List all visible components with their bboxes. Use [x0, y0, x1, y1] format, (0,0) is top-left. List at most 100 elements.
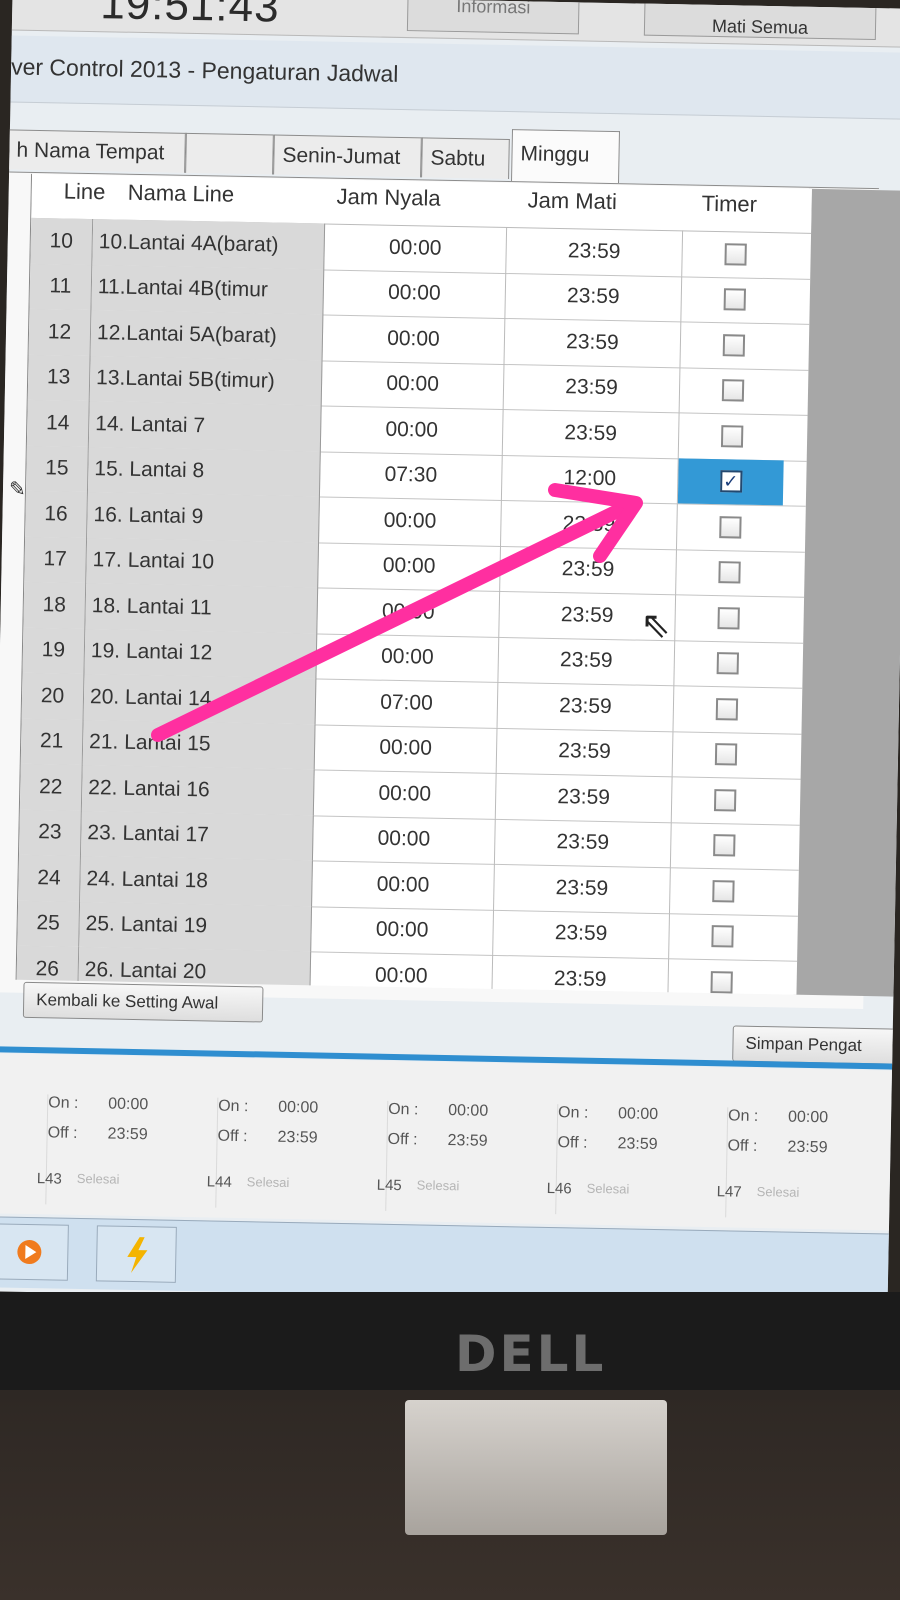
cell-jam-nyala[interactable]: 00:00	[324, 223, 508, 273]
cell-timer[interactable]	[673, 685, 779, 733]
tab-blank[interactable]	[185, 132, 274, 175]
cell-line[interactable]: 12	[28, 308, 92, 356]
cell-jam-mati[interactable]: 23:59	[506, 227, 684, 276]
cell-jam-nyala[interactable]: 00:00	[311, 905, 495, 955]
cell-timer[interactable]: ✓	[677, 457, 784, 506]
cell-line[interactable]: 14	[26, 399, 90, 447]
cell-jam-nyala[interactable]: 00:00	[314, 723, 498, 773]
timer-checkbox[interactable]: ✓	[719, 470, 742, 493]
cell-jam-nyala[interactable]: 00:00	[318, 541, 502, 591]
cell-line[interactable]: 25	[17, 900, 81, 947]
timer-checkbox[interactable]	[716, 606, 740, 630]
cell-jam-mati[interactable]: 23:59	[495, 772, 673, 822]
cell-jam-mati[interactable]: 23:59	[501, 499, 678, 549]
cell-timer[interactable]	[674, 640, 780, 688]
info-button[interactable]: Informasi	[406, 0, 580, 35]
cell-jam-nyala[interactable]: 00:00	[319, 496, 502, 546]
cell-jam-nyala[interactable]: 00:00	[313, 769, 497, 819]
cell-nama-line[interactable]: 10.Lantai 4A(barat)	[92, 219, 326, 270]
taskbar-app-power[interactable]	[95, 1225, 177, 1283]
cell-jam-mati[interactable]: 23:59	[494, 818, 672, 868]
cell-line[interactable]: 21	[20, 718, 84, 765]
cell-jam-nyala[interactable]: 07:00	[315, 678, 499, 728]
timer-checkbox[interactable]	[715, 697, 738, 721]
timer-checkbox[interactable]	[709, 970, 733, 994]
cell-jam-mati[interactable]: 23:59	[494, 863, 671, 913]
cell-jam-nyala[interactable]: 00:00	[312, 814, 496, 864]
cell-line[interactable]: 18	[23, 581, 87, 629]
cell-jam-mati[interactable]: 23:59	[493, 909, 670, 959]
cell-jam-mati[interactable]: 23:59	[497, 681, 675, 731]
timer-checkbox[interactable]	[722, 333, 745, 357]
cell-nama-line[interactable]: 24. Lantai 18	[80, 855, 313, 906]
timer-checkbox[interactable]	[723, 242, 747, 266]
tab-senin-jumat[interactable]: Senin-Jumat	[273, 134, 422, 178]
cell-jam-nyala[interactable]: 07:30	[319, 450, 503, 500]
timer-checkbox[interactable]	[710, 925, 734, 948]
cell-nama-line[interactable]: 17. Lantai 10	[86, 537, 320, 588]
cell-nama-line[interactable]: 16. Lantai 9	[87, 492, 320, 542]
cell-jam-mati[interactable]: 23:59	[496, 727, 674, 777]
cell-line[interactable]: 23	[18, 809, 82, 856]
column-header-line[interactable]: Line	[63, 179, 106, 206]
cell-jam-nyala[interactable]: 00:00	[321, 359, 505, 409]
cell-timer[interactable]	[672, 776, 778, 824]
column-header-timer[interactable]: Timer	[701, 191, 757, 218]
cell-jam-nyala[interactable]: 00:00	[320, 405, 504, 455]
cell-line[interactable]: 17	[24, 536, 88, 584]
cell-line[interactable]: 22	[19, 763, 83, 811]
cell-timer[interactable]	[669, 913, 775, 961]
tab-nama-tempat[interactable]: h Nama Tempat	[7, 129, 186, 173]
cell-jam-nyala[interactable]: 00:00	[317, 587, 501, 637]
cell-line[interactable]: 13	[27, 354, 91, 402]
cell-timer[interactable]	[670, 867, 776, 915]
cell-jam-mati[interactable]: 23:59	[504, 318, 682, 367]
cell-nama-line[interactable]: 20. Lantai 14	[83, 673, 317, 724]
cell-nama-line[interactable]: 25. Lantai 19	[79, 901, 313, 952]
cell-jam-nyala[interactable]: 00:00	[323, 269, 507, 319]
timer-checkbox[interactable]	[723, 288, 746, 311]
timer-checkbox[interactable]	[718, 515, 742, 539]
cell-timer[interactable]	[676, 549, 782, 597]
cell-nama-line[interactable]: 13.Lantai 5B(timur)	[89, 355, 323, 406]
cell-timer[interactable]	[681, 276, 787, 324]
cell-nama-line[interactable]: 12.Lantai 5A(barat)	[90, 310, 324, 360]
cell-timer[interactable]	[677, 503, 783, 551]
timer-checkbox[interactable]	[711, 879, 735, 903]
cell-jam-nyala[interactable]: 00:00	[316, 632, 500, 682]
cell-timer[interactable]	[675, 594, 781, 642]
cell-line[interactable]: 24	[18, 854, 81, 902]
cell-timer[interactable]	[671, 822, 777, 870]
cell-jam-mati[interactable]: 23:59	[500, 545, 677, 595]
cell-jam-nyala[interactable]: 00:00	[322, 314, 506, 364]
cell-line[interactable]: 15	[25, 445, 89, 493]
cell-jam-mati[interactable]: 23:59	[492, 954, 670, 995]
save-settings-button[interactable]: Simpan Pengat	[732, 1025, 900, 1065]
cell-nama-line[interactable]: 18. Lantai 11	[85, 583, 319, 633]
cell-timer[interactable]	[673, 731, 779, 779]
cell-line[interactable]: 11	[29, 263, 93, 311]
cell-line[interactable]: 16	[25, 490, 88, 538]
cell-line[interactable]: 20	[21, 672, 85, 720]
cell-timer[interactable]	[679, 412, 785, 460]
timer-checkbox[interactable]	[716, 652, 739, 675]
column-header-jam-nyala[interactable]: Jam Nyala	[336, 184, 440, 212]
reset-default-button[interactable]: Kembali ke Setting Awal	[22, 981, 264, 1023]
cell-nama-line[interactable]: 19. Lantai 12	[84, 628, 318, 679]
turn-off-all-button[interactable]: Mati Semua	[643, 1, 877, 41]
cell-nama-line[interactable]: 21. Lantai 15	[82, 719, 316, 770]
cell-nama-line[interactable]: 15. Lantai 8	[87, 446, 321, 497]
cell-nama-line[interactable]: 22. Lantai 16	[81, 764, 315, 815]
timer-checkbox[interactable]	[714, 743, 737, 766]
cell-jam-mati[interactable]: 23:59	[505, 272, 683, 322]
taskbar-app-media[interactable]	[0, 1223, 69, 1281]
cell-jam-mati[interactable]: 23:59	[502, 408, 680, 458]
cell-jam-nyala[interactable]: 00:00	[312, 860, 495, 910]
timer-checkbox[interactable]	[721, 379, 744, 402]
timer-checkbox[interactable]	[717, 561, 741, 584]
column-header-jam-mati[interactable]: Jam Mati	[527, 187, 617, 215]
cell-timer[interactable]	[680, 367, 786, 415]
column-header-nama-line[interactable]: Nama Line	[127, 180, 234, 208]
timer-checkbox[interactable]	[713, 788, 736, 812]
cell-nama-line[interactable]: 11.Lantai 4B(timur	[91, 264, 325, 315]
